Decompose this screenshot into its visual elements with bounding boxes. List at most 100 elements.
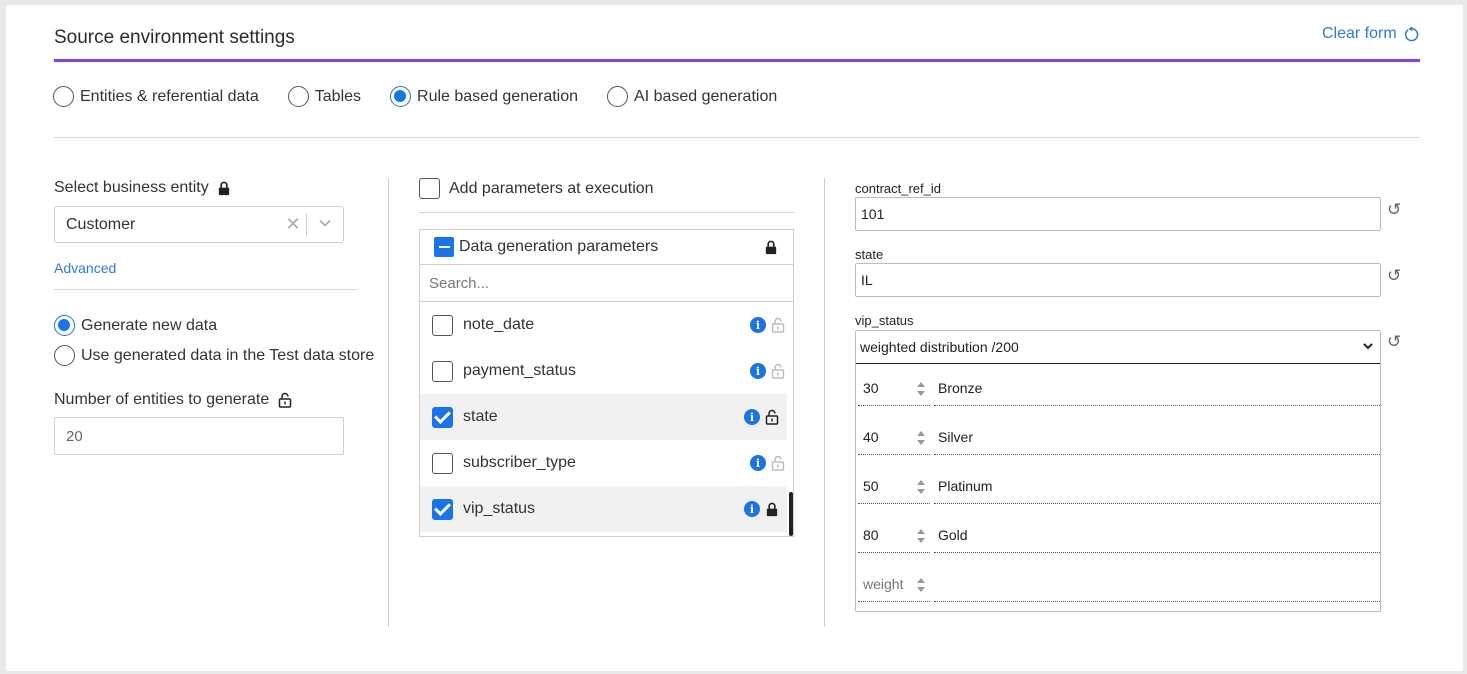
radio-use-generated-data[interactable]: Use generated data in the Test data stor… bbox=[54, 345, 374, 366]
radio-label: AI based generation bbox=[634, 87, 778, 105]
lock-icon bbox=[765, 240, 777, 255]
header-underline bbox=[54, 59, 1420, 62]
state-input[interactable]: IL bbox=[855, 263, 1381, 297]
unlock-icon[interactable] bbox=[278, 392, 292, 408]
num-entities-label-row: Number of entities to generate bbox=[54, 391, 292, 409]
param-checkbox[interactable] bbox=[432, 452, 453, 474]
params-scrollbar[interactable] bbox=[789, 492, 793, 536]
param-row-state[interactable]: state i bbox=[420, 394, 787, 440]
radio-label: Generate new data bbox=[81, 316, 218, 334]
radio-circle[interactable] bbox=[607, 86, 629, 107]
param-row-subscriber-type[interactable]: subscriber_type i bbox=[420, 440, 793, 486]
radio-circle[interactable] bbox=[54, 345, 75, 366]
spinner-icon[interactable] bbox=[916, 479, 926, 495]
column-divider-right bbox=[824, 178, 825, 627]
collapse-all-checkbox[interactable] bbox=[434, 237, 454, 257]
spinner-icon[interactable] bbox=[916, 528, 926, 544]
contract-ref-input[interactable]: 101 bbox=[855, 197, 1381, 231]
unlock-icon[interactable] bbox=[771, 363, 785, 379]
info-icon[interactable]: i bbox=[750, 455, 766, 471]
business-entity-label: Select business entity bbox=[54, 179, 209, 196]
params-panel: Data generation parameters Search... not… bbox=[419, 229, 794, 537]
param-name: subscriber_type bbox=[463, 454, 576, 471]
distribution-type-select[interactable]: weighted distribution /200 bbox=[856, 331, 1380, 364]
num-entities-label: Number of entities to generate bbox=[54, 391, 270, 408]
value-input[interactable]: Gold bbox=[934, 517, 1380, 553]
distribution-row: 50 Platinum bbox=[858, 468, 1380, 504]
distribution-row: 80 Gold bbox=[858, 517, 1380, 553]
num-entities-input[interactable]: 20 bbox=[54, 417, 344, 455]
chevron-down-icon bbox=[1363, 343, 1373, 350]
param-name: state bbox=[463, 408, 498, 425]
clear-form-button[interactable]: Clear form bbox=[1322, 25, 1420, 43]
distribution-row-empty: weight bbox=[858, 566, 1380, 602]
section-divider bbox=[54, 137, 1420, 138]
params-search-input[interactable]: Search... bbox=[420, 265, 793, 302]
source-settings-card: Source environment settings Clear form E… bbox=[6, 5, 1463, 671]
left-divider bbox=[54, 289, 358, 290]
lock-icon[interactable] bbox=[765, 502, 779, 517]
param-name: payment_status bbox=[463, 362, 576, 379]
radio-tables[interactable]: Tables bbox=[287, 86, 362, 107]
business-entity-label-row: Select business entity bbox=[54, 179, 231, 197]
vip-status-distribution: weighted distribution /200 30 Bronze 40 … bbox=[855, 330, 1381, 612]
value-input[interactable]: Silver bbox=[934, 419, 1380, 455]
page-title: Source environment settings bbox=[54, 27, 295, 48]
params-panel-title: Data generation parameters bbox=[459, 238, 659, 255]
reset-contract-icon[interactable]: ↺ bbox=[1387, 200, 1401, 220]
chevron-down-icon[interactable] bbox=[307, 216, 343, 233]
contract-ref-label: contract_ref_id bbox=[855, 181, 941, 196]
unlock-icon[interactable] bbox=[771, 317, 785, 333]
spinner-icon[interactable] bbox=[916, 381, 926, 397]
radio-circle[interactable] bbox=[287, 86, 309, 107]
radio-label: Use generated data in the Test data stor… bbox=[81, 346, 375, 364]
business-entity-value: Customer bbox=[66, 215, 136, 233]
param-row-vip-status[interactable]: vip_status i bbox=[420, 486, 787, 532]
spinner-icon[interactable] bbox=[916, 577, 926, 593]
lock-icon bbox=[218, 181, 229, 195]
distribution-type-value: weighted distribution /200 bbox=[860, 339, 1019, 355]
unlock-icon[interactable] bbox=[771, 455, 785, 471]
source-type-radio-group: Entities & referential data Tables Rule … bbox=[53, 86, 806, 107]
param-checkbox[interactable] bbox=[432, 360, 453, 382]
info-icon[interactable]: i bbox=[744, 409, 760, 425]
params-panel-header: Data generation parameters bbox=[420, 230, 793, 265]
clear-form-label: Clear form bbox=[1322, 25, 1397, 42]
radio-circle[interactable] bbox=[53, 86, 74, 107]
add-params-row[interactable]: Add parameters at execution bbox=[419, 178, 654, 199]
advanced-link[interactable]: Advanced bbox=[54, 260, 116, 276]
param-row-payment-status[interactable]: payment_status i bbox=[420, 348, 793, 394]
business-entity-select[interactable]: Customer ✕ bbox=[54, 206, 344, 243]
param-checkbox[interactable] bbox=[432, 406, 453, 428]
info-icon[interactable]: i bbox=[750, 363, 766, 379]
param-name: vip_status bbox=[463, 500, 536, 517]
middle-divider bbox=[419, 212, 794, 213]
info-icon[interactable]: i bbox=[744, 501, 760, 517]
state-label: state bbox=[855, 247, 884, 262]
value-input[interactable] bbox=[934, 566, 1380, 602]
add-params-checkbox[interactable] bbox=[419, 178, 440, 199]
clear-selection-icon[interactable]: ✕ bbox=[280, 214, 306, 235]
radio-entities-referential[interactable]: Entities & referential data bbox=[53, 86, 259, 107]
info-icon[interactable]: i bbox=[750, 317, 766, 333]
radio-generate-new-data[interactable]: Generate new data bbox=[54, 315, 217, 336]
param-row-note-date[interactable]: note_date i bbox=[420, 302, 793, 348]
radio-ai-based-generation[interactable]: AI based generation bbox=[607, 86, 777, 107]
value-input[interactable]: Bronze bbox=[934, 370, 1380, 406]
param-checkbox[interactable] bbox=[432, 314, 453, 336]
radio-rule-based-generation[interactable]: Rule based generation bbox=[390, 86, 578, 107]
radio-label: Entities & referential data bbox=[80, 87, 259, 105]
radio-label: Tables bbox=[314, 87, 362, 105]
reset-vip-status-icon[interactable]: ↺ bbox=[1387, 332, 1401, 352]
unlock-icon[interactable] bbox=[765, 409, 779, 425]
vip-status-label: vip_status bbox=[855, 313, 914, 328]
distribution-row: 40 Silver bbox=[858, 419, 1380, 455]
reset-icon bbox=[1404, 25, 1418, 41]
spinner-icon[interactable] bbox=[916, 430, 926, 446]
param-checkbox[interactable] bbox=[432, 498, 453, 520]
add-params-label: Add parameters at execution bbox=[449, 179, 654, 197]
value-input[interactable]: Platinum bbox=[934, 468, 1380, 504]
radio-circle[interactable] bbox=[390, 86, 412, 107]
radio-circle[interactable] bbox=[54, 315, 75, 336]
reset-state-icon[interactable]: ↺ bbox=[1387, 266, 1401, 286]
